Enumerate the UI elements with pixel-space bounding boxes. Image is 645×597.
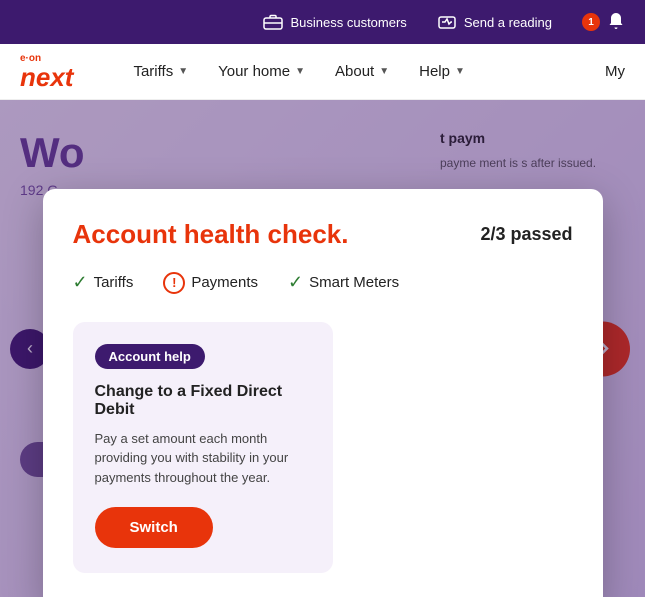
switch-button[interactable]: Switch <box>95 507 213 548</box>
nav-your-home-label: Your home <box>218 63 290 80</box>
logo[interactable]: e·on next <box>20 54 73 90</box>
nav-help[interactable]: Help ▼ <box>419 63 465 80</box>
notification-badge: 1 <box>582 13 600 31</box>
tariffs-check: ✓ Tariffs <box>73 272 134 293</box>
payments-check: ! Payments <box>163 272 258 294</box>
modal-overlay: Account health check. 2/3 passed ✓ Tarif… <box>0 100 645 597</box>
nav-my-account-label: My <box>605 63 625 80</box>
smart-meters-check-icon: ✓ <box>288 272 303 293</box>
tariffs-chevron-icon: ▼ <box>178 66 188 77</box>
nav-about[interactable]: About ▼ <box>335 63 389 80</box>
notification-area[interactable]: 1 <box>582 12 625 33</box>
nav-bar: e·on next Tariffs ▼ Your home ▼ About ▼ … <box>0 44 645 100</box>
about-chevron-icon: ▼ <box>379 66 389 77</box>
tariffs-check-label: Tariffs <box>94 274 134 291</box>
modal-title: Account health check. <box>73 219 349 250</box>
briefcase-icon <box>263 12 283 32</box>
payments-warning-icon: ! <box>163 272 185 294</box>
modal-score: 2/3 passed <box>480 224 572 245</box>
card-badge: Account help <box>95 344 205 369</box>
card-description: Pay a set amount each month providing yo… <box>95 429 311 488</box>
card-title: Change to a Fixed Direct Debit <box>95 383 311 419</box>
your-home-chevron-icon: ▼ <box>295 66 305 77</box>
meter-icon <box>437 12 457 32</box>
payments-check-label: Payments <box>191 274 258 291</box>
nav-tariffs-label: Tariffs <box>133 63 173 80</box>
logo-next: next <box>20 64 73 90</box>
background-content: Wo 192 G t paym payme ment is s after is… <box>0 100 645 597</box>
send-reading-link[interactable]: Send a reading <box>437 12 552 32</box>
bell-icon <box>607 12 625 33</box>
notification-count: 1 <box>588 17 594 28</box>
nav-about-label: About <box>335 63 374 80</box>
help-chevron-icon: ▼ <box>455 66 465 77</box>
smart-meters-check-label: Smart Meters <box>309 274 399 291</box>
health-check-modal: Account health check. 2/3 passed ✓ Tarif… <box>43 189 603 597</box>
send-reading-label: Send a reading <box>464 15 552 30</box>
nav-help-label: Help <box>419 63 450 80</box>
nav-your-home[interactable]: Your home ▼ <box>218 63 305 80</box>
account-help-card: Account help Change to a Fixed Direct De… <box>73 322 333 574</box>
nav-my-account[interactable]: My <box>605 63 625 80</box>
nav-tariffs[interactable]: Tariffs ▼ <box>133 63 188 80</box>
smart-meters-check: ✓ Smart Meters <box>288 272 399 293</box>
business-customers-label: Business customers <box>290 15 406 30</box>
business-customers-link[interactable]: Business customers <box>263 12 406 32</box>
top-bar: Business customers Send a reading 1 <box>0 0 645 44</box>
modal-checks-row: ✓ Tariffs ! Payments ✓ Smart Meters <box>73 272 573 294</box>
tariffs-check-icon: ✓ <box>73 272 88 293</box>
modal-header: Account health check. 2/3 passed <box>73 219 573 250</box>
